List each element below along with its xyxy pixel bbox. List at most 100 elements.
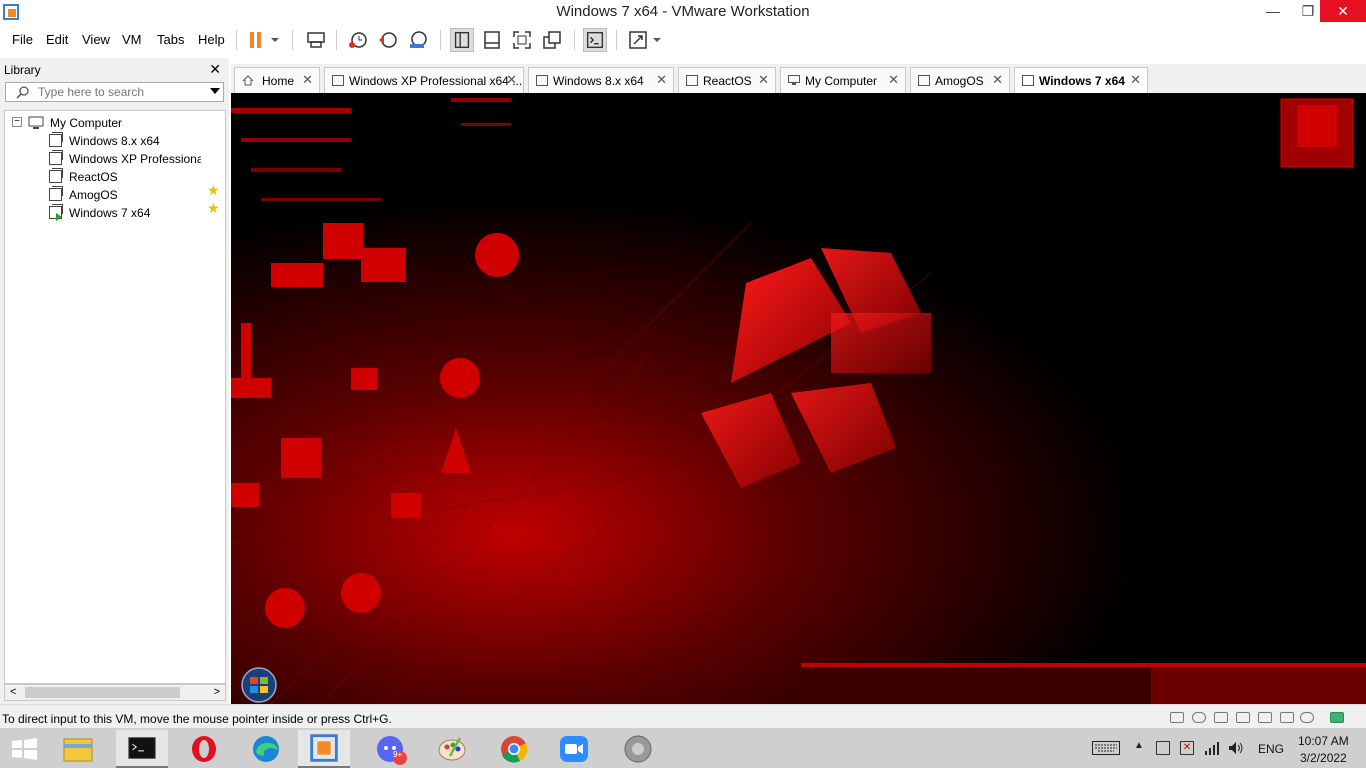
tray-device-icon[interactable] [1156,741,1170,755]
keyboard-icon[interactable] [1092,741,1120,755]
library-header: Library ✕ [0,58,229,80]
fullscreen-icon[interactable] [510,28,534,52]
vm-icon [49,132,63,147]
tree-item-amogos[interactable]: AmogOS [49,186,209,204]
thumbnail-bar-icon[interactable] [480,28,504,52]
vm-icon [918,75,930,86]
window-title: Windows 7 x64 - VMware Workstation [556,3,810,20]
scroll-right-icon[interactable]: > [214,686,220,698]
scrollbar-thumb[interactable] [25,687,180,698]
minimize-button[interactable]: — [1250,0,1296,22]
home-icon [242,75,254,86]
terminal-icon[interactable] [116,730,168,768]
revert-snapshot-icon[interactable] [376,28,400,52]
tab-my-computer[interactable]: My Computer ✕ [780,67,906,93]
speaker-app-icon[interactable] [612,730,664,768]
cd-dvd-icon[interactable] [1192,712,1206,723]
pause-icon[interactable] [244,28,268,52]
status-bar: To direct input to this VM, move the mou… [0,704,1366,728]
windows-start-icon[interactable] [0,730,48,768]
chevron-down-icon[interactable] [210,88,220,94]
tab-amogos[interactable]: AmogOS ✕ [910,67,1010,93]
scroll-left-icon[interactable]: < [10,686,16,698]
close-icon[interactable]: ✕ [302,72,313,88]
tray-error-icon[interactable]: ✕ [1180,741,1194,755]
opera-icon[interactable] [178,730,230,768]
library-tree: − My Computer Windows 8.x x64 ★ Windows … [4,110,226,684]
clock-time[interactable]: 10:07 AM [1298,734,1349,748]
clock-date[interactable]: 3/2/2022 [1300,751,1347,765]
tab-label: Home [262,74,295,88]
usb-icon[interactable] [1280,712,1294,723]
console-view-icon[interactable] [583,28,607,52]
tree-label: My Computer [50,116,123,130]
maximize-button[interactable]: ❐ [1296,0,1320,22]
tree-item-my-computer[interactable]: − My Computer [12,114,212,132]
vm-display[interactable] [231,93,1366,704]
tab-windows-8[interactable]: Windows 8.x x64 ✕ [528,67,674,93]
hard-disk-icon[interactable] [1170,712,1184,723]
menu-help[interactable]: Help [198,32,225,47]
close-icon[interactable]: ✕ [888,72,899,88]
network-icon[interactable] [1214,712,1228,723]
show-library-icon[interactable] [450,28,474,52]
discord-icon[interactable] [364,730,416,768]
tab-windows-xp[interactable]: Windows XP Professional x64 ... ✕ [324,67,524,93]
toolbar-separator [574,30,575,50]
close-icon[interactable]: ✕ [758,72,769,88]
computer-icon [28,116,44,129]
input-language[interactable]: ENG [1258,742,1284,756]
close-icon[interactable]: ✕ [506,72,517,88]
close-icon[interactable]: ✕ [209,61,221,78]
close-icon[interactable]: ✕ [1130,72,1141,88]
edge-icon[interactable] [240,730,292,768]
tree-item-windows-7[interactable]: Windows 7 x64 [49,204,209,222]
menu-vm[interactable]: VM [122,32,142,47]
printer-icon[interactable] [1236,712,1250,723]
menu-edit[interactable]: Edit [46,32,68,47]
search-input[interactable] [38,85,198,99]
menu-tabs[interactable]: Tabs [157,32,184,47]
snapshot-manager-icon[interactable] [406,28,430,52]
volume-icon[interactable] [1228,741,1244,755]
library-search[interactable] [5,82,224,102]
vmware-icon[interactable] [298,730,350,768]
toolbar-separator [292,30,293,50]
send-keys-icon[interactable] [304,28,328,52]
zoom-icon[interactable] [548,730,600,768]
chevron-down-icon[interactable] [268,28,282,52]
paint-icon[interactable] [426,730,478,768]
unity-icon[interactable] [540,28,564,52]
tree-label: Windows 7 x64 [69,206,151,220]
tree-item-windows-xp[interactable]: Windows XP Professiona [49,150,201,168]
tree-item-windows-8[interactable]: Windows 8.x x64 [49,132,219,150]
stretch-guest-icon[interactable] [626,28,650,52]
menu-view[interactable]: View [82,32,110,47]
tab-windows-7[interactable]: Windows 7 x64 ✕ [1014,67,1148,93]
chevron-down-icon[interactable] [650,28,664,52]
sound-icon[interactable] [1258,712,1272,723]
library-horizontal-scrollbar[interactable]: < > [4,684,226,701]
close-icon[interactable]: ✕ [992,72,1003,88]
show-hidden-icons-icon[interactable]: ▲ [1134,740,1144,751]
close-icon[interactable]: ✕ [656,72,667,88]
message-log-icon[interactable] [1330,712,1344,723]
tree-item-reactos[interactable]: ReactOS [49,168,209,186]
library-title: Library [4,63,41,77]
tab-bar: Home ✕ Windows XP Professional x64 ... ✕… [231,64,1366,93]
vm-icon [49,168,63,183]
computer-icon [788,75,800,85]
menu-file[interactable]: File [12,32,33,47]
tab-home[interactable]: Home ✕ [234,67,320,93]
chrome-icon[interactable] [488,730,540,768]
file-explorer-icon[interactable] [52,730,104,768]
tab-reactos[interactable]: ReactOS ✕ [678,67,776,93]
display-icon[interactable] [1300,712,1314,723]
close-button[interactable]: ✕ [1320,0,1366,22]
library-panel: Library ✕ − My Computer Windows 8.x x64 … [0,58,229,704]
collapse-icon[interactable]: − [12,117,22,127]
wifi-signal-icon[interactable] [1204,741,1220,755]
snapshot-icon[interactable] [346,28,370,52]
tab-label: My Computer [805,74,878,88]
tab-label: AmogOS [935,74,984,88]
